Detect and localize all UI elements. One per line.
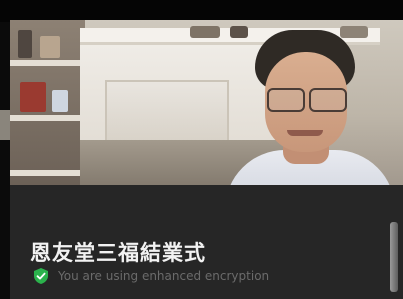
shelf-board xyxy=(10,115,85,121)
encryption-message: You are using enhanced encryption xyxy=(58,269,270,283)
meeting-title: 恩友堂三福結業式 xyxy=(30,241,206,265)
left-edge-strip xyxy=(0,110,10,140)
shelf-decor xyxy=(52,90,68,112)
encryption-status: You are using enhanced encryption xyxy=(34,268,269,284)
shield-check-icon xyxy=(34,268,48,284)
mantel-decor xyxy=(190,26,220,38)
glasses xyxy=(267,88,347,112)
bookshelf xyxy=(10,20,85,195)
shelf-decor xyxy=(18,30,32,58)
participant-video-feed[interactable] xyxy=(10,20,403,195)
participant-mouth xyxy=(287,130,323,136)
glasses-lens xyxy=(309,88,347,112)
scroll-handle[interactable] xyxy=(390,222,398,292)
video-call-screen: 恩友堂三福結業式 You are using enhanced encrypti… xyxy=(0,0,403,299)
fireplace-panel xyxy=(105,80,229,144)
shelf-board xyxy=(10,60,85,66)
shelf-board xyxy=(10,170,85,176)
top-bar xyxy=(0,0,403,22)
shelf-decor xyxy=(20,82,46,112)
participant xyxy=(225,30,395,195)
glasses-lens xyxy=(267,88,305,112)
shelf-decor xyxy=(40,36,60,58)
